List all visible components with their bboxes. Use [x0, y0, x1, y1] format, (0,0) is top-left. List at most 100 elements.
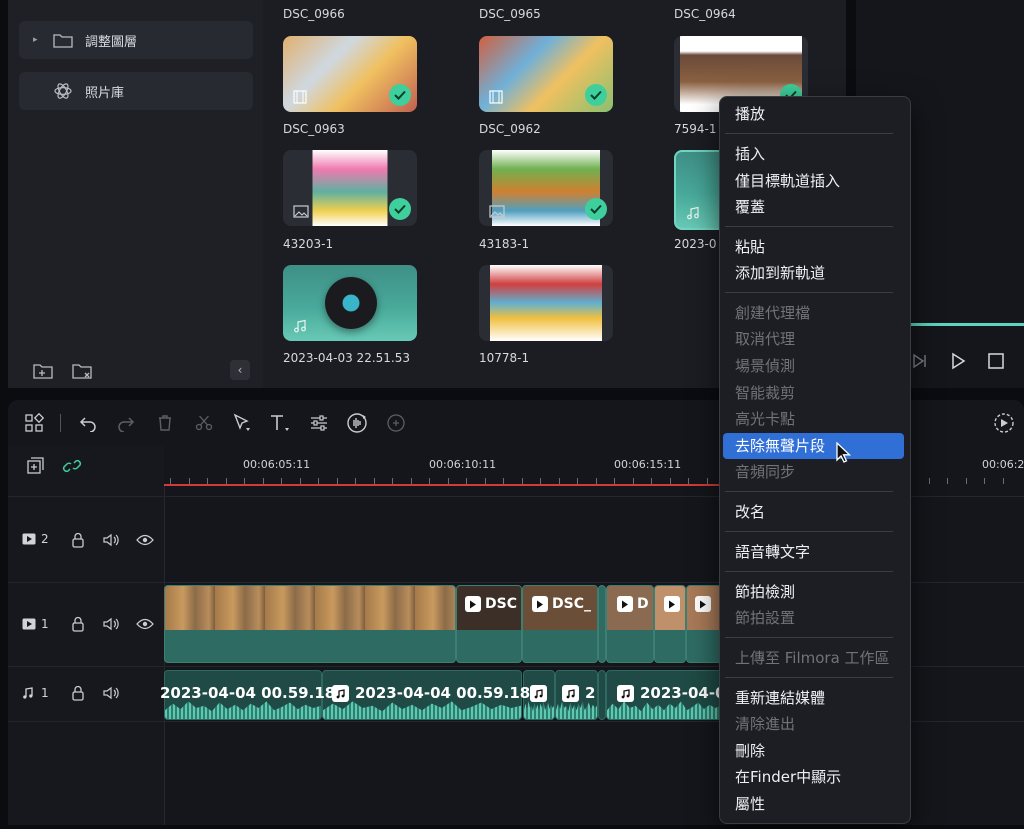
media-item-dsc0962[interactable] — [479, 36, 613, 112]
film-icon — [489, 90, 503, 104]
audio-clip-label: 2 — [562, 684, 595, 702]
menu-separator — [725, 531, 893, 532]
undo-icon[interactable] — [76, 411, 100, 435]
video-clip[interactable] — [164, 585, 456, 663]
photo-thumbnail — [490, 265, 602, 341]
media-item-dsc0963[interactable] — [283, 36, 417, 112]
ruler-tick — [929, 478, 930, 484]
menu-item-delete[interactable]: 刪除 — [735, 740, 765, 762]
video-clip-label — [664, 596, 684, 612]
audio-track-icon — [23, 687, 33, 699]
eye-icon[interactable] — [136, 531, 154, 549]
folder-icon — [53, 34, 73, 48]
check-icon — [389, 84, 411, 106]
menu-item-insert-target-track[interactable]: 僅目標軌道插入 — [735, 170, 840, 192]
scissors-icon[interactable] — [192, 411, 216, 435]
text-tool-icon[interactable] — [268, 411, 292, 435]
media-item-43183-1[interactable] — [479, 150, 613, 226]
playhead-range-line — [164, 484, 720, 486]
track-label-audio-1: 1 — [22, 686, 49, 700]
menu-item-rename[interactable]: 改名 — [735, 501, 765, 523]
menu-separator — [725, 133, 893, 134]
next-frame-icon[interactable] — [910, 352, 928, 370]
menu-item-audio-sync: 音頻同步 — [735, 463, 796, 481]
expand-arrow-icon[interactable]: ▸ — [33, 35, 53, 45]
media-label: 2023-04-03 22.51.53 — [283, 351, 410, 365]
media-label: 10778-1 — [479, 351, 530, 365]
add-track-icon[interactable] — [26, 456, 46, 476]
select-tool-icon[interactable] — [230, 411, 254, 435]
play-icon[interactable] — [949, 352, 967, 370]
delete-folder-icon[interactable] — [72, 362, 92, 380]
media-label: DSC_0962 — [479, 122, 541, 136]
mouse-cursor-icon — [836, 442, 852, 463]
menu-item-show-in-finder[interactable]: 在Finder中顯示 — [735, 766, 841, 788]
media-label: 43203-1 — [283, 237, 334, 251]
sidebar-item-label: 調整圖層 — [85, 34, 138, 50]
play-badge-icon — [664, 596, 680, 612]
menu-item-upload-workspace: 上傳至 Filmora 工作區 — [735, 649, 890, 667]
menu-separator — [725, 571, 893, 572]
menu-item-beat-settings: 節拍設置 — [735, 609, 796, 627]
menu-item-paste[interactable]: 粘貼 — [735, 236, 765, 258]
media-item-10778-1[interactable] — [479, 265, 613, 341]
image-icon — [293, 205, 309, 218]
menu-item-clear-in-out: 清除進出 — [735, 715, 796, 733]
ruler-tick — [1003, 478, 1004, 484]
media-item-43203-1[interactable] — [283, 150, 417, 226]
menu-item-speech-to-text[interactable]: 語音轉文字 — [735, 541, 810, 563]
menu-item-remove-silence[interactable]: 去除無聲片段 — [735, 435, 825, 457]
link-icon[interactable] — [62, 457, 82, 475]
sidebar-item-adjustment-layer[interactable]: ▸ 調整圖層 — [19, 21, 253, 59]
lock-icon[interactable] — [69, 531, 87, 549]
media-item-audio-2023-04-03[interactable] — [283, 265, 417, 341]
menu-separator — [725, 677, 893, 678]
audio-clip-label — [530, 684, 553, 702]
check-icon — [585, 84, 607, 106]
stop-icon[interactable] — [987, 352, 1005, 370]
menu-item-smart-crop: 智能裁剪 — [735, 384, 796, 402]
photo-thumbnail — [312, 150, 388, 226]
menu-separator — [725, 226, 893, 227]
ruler-tick — [947, 478, 948, 484]
ruler-timecode: 00:06:2 — [982, 458, 1024, 471]
media-label: 2023-0 — [674, 237, 717, 251]
adjust-sliders-icon[interactable] — [307, 411, 331, 435]
redo-icon[interactable] — [114, 411, 138, 435]
menu-item-add-to-new-track[interactable]: 添加到新軌道 — [735, 262, 825, 284]
video-clip[interactable] — [598, 585, 606, 663]
menu-item-properties[interactable]: 屬性 — [735, 793, 765, 815]
audio-clip[interactable] — [598, 670, 606, 720]
film-icon — [293, 90, 307, 104]
eye-icon[interactable] — [136, 615, 154, 633]
collapse-sidebar-button[interactable]: ‹ — [230, 360, 250, 380]
menu-separator — [725, 637, 893, 638]
menu-item-relink-media[interactable]: 重新連結媒體 — [735, 687, 825, 709]
atom-icon — [54, 83, 72, 99]
media-label: DSC_0963 — [283, 122, 345, 136]
preview-progress-bar[interactable] — [909, 323, 1024, 326]
video-track-icon — [22, 533, 36, 545]
speed-ramp-icon[interactable] — [384, 411, 408, 435]
play-badge-icon — [465, 596, 481, 612]
menu-item-insert[interactable]: 插入 — [735, 143, 765, 165]
sidebar-item-photo-library[interactable]: 照片庫 — [19, 72, 253, 110]
speaker-icon[interactable] — [102, 531, 120, 549]
menu-item-play[interactable]: 播放 — [735, 103, 765, 125]
menu-item-beat-detection[interactable]: 節拍檢測 — [735, 581, 795, 603]
lock-icon[interactable] — [69, 684, 87, 702]
ruler-timecode: 00:06:05:11 — [243, 458, 311, 471]
speaker-icon[interactable] — [102, 615, 120, 633]
render-preview-icon[interactable] — [992, 411, 1016, 435]
new-folder-icon[interactable] — [33, 362, 53, 380]
trash-icon[interactable] — [153, 411, 177, 435]
menu-item-create-proxy: 創建代理檔 — [735, 304, 811, 322]
music-badge-icon — [530, 685, 547, 702]
speaker-icon[interactable] — [102, 684, 120, 702]
lock-icon[interactable] — [69, 615, 87, 633]
check-icon — [389, 198, 411, 220]
audio-wave-icon[interactable] — [345, 411, 369, 435]
menu-item-overwrite[interactable]: 覆蓋 — [735, 196, 765, 218]
menu-item-scene-detection: 場景偵測 — [735, 357, 796, 375]
layout-grid-icon[interactable] — [22, 411, 46, 435]
